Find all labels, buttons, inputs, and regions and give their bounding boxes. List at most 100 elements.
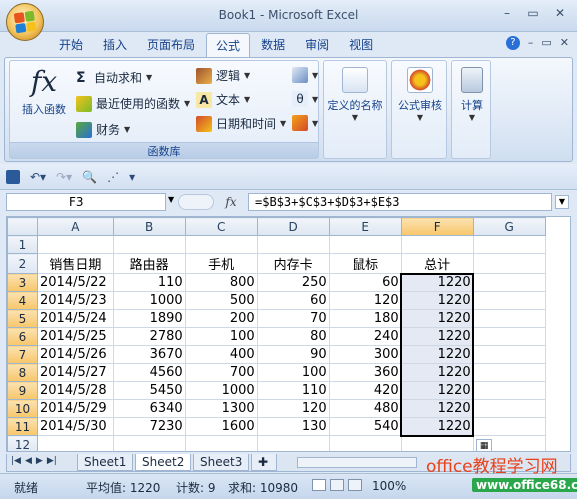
cell-b11[interactable]: 7230 xyxy=(112,417,186,436)
cell-e12[interactable] xyxy=(328,435,402,451)
cell-d4[interactable]: 60 xyxy=(256,291,330,310)
cell-a3[interactable]: 2014/5/22 xyxy=(37,273,114,292)
cell-a11[interactable]: 2014/5/30 xyxy=(37,417,114,436)
lookup-button[interactable]: ▼ xyxy=(292,67,318,83)
cell-g10[interactable] xyxy=(472,399,546,418)
normal-view-icon[interactable] xyxy=(312,479,326,491)
cell-b4[interactable]: 1000 xyxy=(112,291,186,310)
worksheet-grid[interactable]: ABCDEFG 1 2 销售日期 路由器 手机 内存卡 鼠标 总计 3 2014/5/22 110 8… xyxy=(6,216,571,452)
page-layout-view-icon[interactable] xyxy=(330,479,344,491)
save-icon[interactable] xyxy=(6,170,20,184)
cell-c3[interactable]: 800 xyxy=(184,273,258,292)
column-header-e[interactable]: E xyxy=(328,217,402,236)
cell-b12[interactable] xyxy=(112,435,186,451)
page-break-view-icon[interactable] xyxy=(348,479,362,491)
cell-a6[interactable]: 2014/5/25 xyxy=(37,327,114,346)
row-header[interactable]: 11 xyxy=(7,417,38,436)
cell-b10[interactable]: 6340 xyxy=(112,399,186,418)
cell-g8[interactable] xyxy=(472,363,546,382)
cell-e6[interactable]: 240 xyxy=(328,327,402,346)
cell-f8[interactable]: 1220 xyxy=(400,363,474,382)
datetime-button[interactable]: 日期和时间 ▼ xyxy=(196,115,286,132)
cell-f5[interactable]: 1220 xyxy=(400,309,474,328)
cell-g11[interactable] xyxy=(472,417,546,436)
name-box[interactable]: F3 xyxy=(6,193,166,211)
cell-a7[interactable]: 2014/5/26 xyxy=(37,345,114,364)
cell-d12[interactable] xyxy=(256,435,330,451)
cell-c5[interactable]: 200 xyxy=(184,309,258,328)
recent-functions-button[interactable]: 最近使用的函数 ▼ xyxy=(76,95,190,112)
cell-a12[interactable] xyxy=(37,435,114,451)
auto-fill-options-icon[interactable]: ▦ xyxy=(476,438,493,451)
tab-formulas[interactable]: 公式 xyxy=(206,33,251,57)
cell-c1[interactable] xyxy=(184,235,258,254)
cell-f11[interactable]: 1220 xyxy=(400,417,474,436)
cell-e5[interactable]: 180 xyxy=(328,309,402,328)
cell-c7[interactable]: 400 xyxy=(184,345,258,364)
column-header-d[interactable]: D xyxy=(256,217,330,236)
formula-auditing-button[interactable]: 公式审核 ▼ xyxy=(394,67,446,122)
name-box-dropdown-icon[interactable]: ▼ xyxy=(168,195,174,204)
cell-f10[interactable]: 1220 xyxy=(400,399,474,418)
cell-b2[interactable]: 路由器 xyxy=(112,253,186,274)
tab-page-layout[interactable]: 页面布局 xyxy=(138,33,204,57)
cell-d6[interactable]: 80 xyxy=(256,327,330,346)
cell-c8[interactable]: 700 xyxy=(184,363,258,382)
cell-g9[interactable] xyxy=(472,381,546,400)
column-header-c[interactable]: C xyxy=(184,217,258,236)
select-all-corner[interactable] xyxy=(7,217,38,236)
cell-c4[interactable]: 500 xyxy=(184,291,258,310)
row-header[interactable]: 2 xyxy=(7,253,38,274)
cell-b9[interactable]: 5450 xyxy=(112,381,186,400)
doc-close-icon[interactable]: ✕ xyxy=(560,36,569,50)
maximize-button[interactable]: ▭ xyxy=(521,4,545,22)
cell-b8[interactable]: 4560 xyxy=(112,363,186,382)
row-header[interactable]: 5 xyxy=(7,309,38,328)
last-sheet-icon[interactable]: ▶| xyxy=(47,456,57,466)
first-sheet-icon[interactable]: |◀ xyxy=(11,456,21,466)
undo-icon[interactable]: ↶▾ xyxy=(30,170,46,184)
redo-icon[interactable]: ↷▾ xyxy=(56,170,72,184)
office-button[interactable] xyxy=(6,3,44,41)
cell-e10[interactable]: 480 xyxy=(328,399,402,418)
autosum-button[interactable]: Σ 自动求和 ▼ xyxy=(76,69,152,86)
cell-f3[interactable]: 1220 xyxy=(400,273,474,292)
cell-e7[interactable]: 300 xyxy=(328,345,402,364)
help-icon[interactable]: ? xyxy=(505,36,520,50)
cell-d2[interactable]: 内存卡 xyxy=(256,253,330,274)
cell-f1[interactable] xyxy=(400,235,474,254)
cell-g1[interactable] xyxy=(472,235,546,254)
cell-e1[interactable] xyxy=(328,235,402,254)
row-header[interactable]: 9 xyxy=(7,381,38,400)
cell-d8[interactable]: 100 xyxy=(256,363,330,382)
cell-c11[interactable]: 1600 xyxy=(184,417,258,436)
text-functions-button[interactable]: A 文本 ▼ xyxy=(196,91,250,108)
cell-d7[interactable]: 90 xyxy=(256,345,330,364)
cell-d9[interactable]: 110 xyxy=(256,381,330,400)
zoom-level[interactable]: 100% xyxy=(372,479,406,493)
minimize-button[interactable]: – xyxy=(495,4,519,22)
tab-data[interactable]: 数据 xyxy=(252,33,294,57)
cell-g3[interactable] xyxy=(472,273,546,292)
customize-icon[interactable]: ⋰ xyxy=(107,170,119,184)
row-header[interactable]: 3 xyxy=(7,273,38,292)
cell-d3[interactable]: 250 xyxy=(256,273,330,292)
calculation-button[interactable]: 计算 ▼ xyxy=(454,67,490,122)
formula-bar-expand-icon[interactable]: ▼ xyxy=(555,195,569,209)
cell-f12[interactable] xyxy=(400,435,474,451)
cell-d11[interactable]: 130 xyxy=(256,417,330,436)
tab-review[interactable]: 审阅 xyxy=(296,33,338,57)
cell-g5[interactable] xyxy=(472,309,546,328)
cell-e2[interactable]: 鼠标 xyxy=(328,253,402,274)
cell-f2[interactable]: 总计 xyxy=(400,253,474,274)
sheet-tab-sheet2[interactable]: Sheet2 xyxy=(135,454,192,471)
qat-dropdown-icon[interactable]: ▾ xyxy=(129,170,135,184)
row-header[interactable]: 8 xyxy=(7,363,38,382)
cell-e8[interactable]: 360 xyxy=(328,363,402,382)
cell-b1[interactable] xyxy=(112,235,186,254)
cell-a9[interactable]: 2014/5/28 xyxy=(37,381,114,400)
cell-b5[interactable]: 1890 xyxy=(112,309,186,328)
column-header-b[interactable]: B xyxy=(112,217,186,236)
cell-f6[interactable]: 1220 xyxy=(400,327,474,346)
print-preview-icon[interactable]: 🔍 xyxy=(82,170,97,184)
